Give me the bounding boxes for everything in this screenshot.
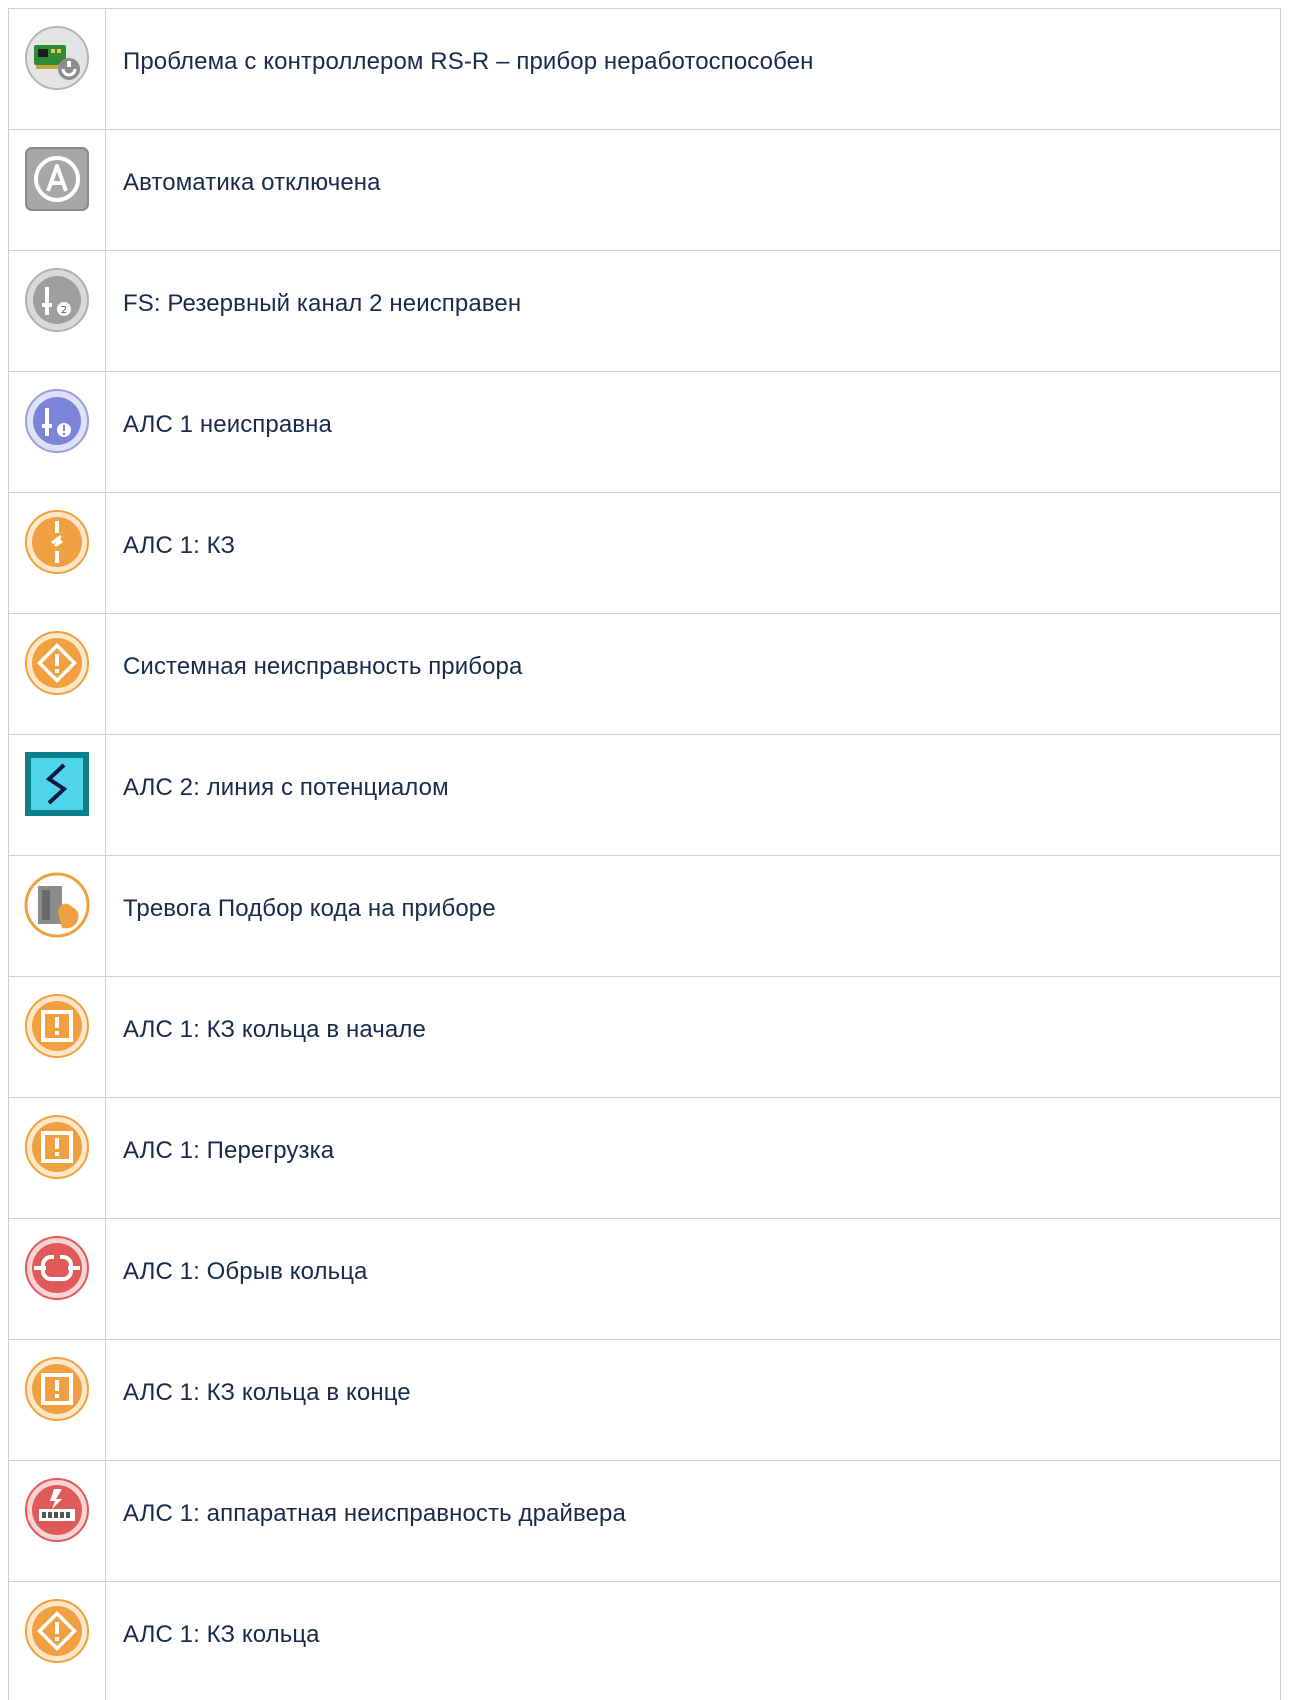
svg-text:2: 2: [61, 305, 67, 316]
event-label: АЛС 1 неисправна: [123, 411, 332, 438]
events-table: Проблема с контроллером RS-R – прибор не…: [8, 8, 1281, 1700]
table-row: АЛС 1: Обрыв кольца: [9, 1219, 1281, 1340]
table-row: АЛС 1 неисправна: [9, 372, 1281, 493]
table-row: АЛС 1: КЗ кольца в конце: [9, 1340, 1281, 1461]
event-label: Проблема с контроллером RS-R – прибор не…: [123, 48, 814, 75]
table-row: АЛС 2: линия с потенциалом: [9, 735, 1281, 856]
ring-break-icon: [25, 1236, 89, 1300]
short-circuit-icon: [25, 510, 89, 574]
event-label: Тревога Подбор кода на приборе: [123, 895, 496, 922]
reserve-channel-2-fault-icon: 2: [25, 268, 89, 332]
event-label: АЛС 1: Перегрузка: [123, 1137, 335, 1164]
code-guessing-alarm-icon: [24, 872, 90, 938]
event-label: FS: Резервный канал 2 неисправен: [123, 290, 522, 317]
table-row: Проблема с контроллером RS-R – прибор не…: [9, 9, 1281, 130]
event-label: АЛС 1: аппаратная неисправность драйвера: [123, 1500, 626, 1527]
table-row: АЛС 1: КЗ кольца в начале: [9, 977, 1281, 1098]
ring-short-end-icon: [25, 1357, 89, 1421]
event-label: АЛС 1: КЗ: [123, 532, 236, 559]
event-label: АЛС 1: Обрыв кольца: [123, 1258, 368, 1285]
line-potential-icon: [25, 752, 89, 816]
event-label: АЛС 1: КЗ кольца в начале: [123, 1016, 426, 1043]
table-row: АЛС 1: КЗ: [9, 493, 1281, 614]
overload-icon: [25, 1115, 89, 1179]
table-row: 2 FS: Резервный канал 2 неисправен: [9, 251, 1281, 372]
driver-hardware-fault-icon: [25, 1478, 89, 1542]
event-label: АЛС 2: линия с потенциалом: [123, 774, 449, 801]
event-label: Системная неисправность прибора: [123, 653, 523, 680]
table-row: АЛС 1: КЗ кольца: [9, 1582, 1281, 1700]
diamond-warning-icon: [25, 631, 89, 695]
automation-off-icon: [25, 147, 89, 211]
event-label: Автоматика отключена: [123, 169, 381, 196]
table-row: АЛС 1: аппаратная неисправность драйвера: [9, 1461, 1281, 1582]
table-row: Тревога Подбор кода на приборе: [9, 856, 1281, 977]
event-label: АЛС 1: КЗ кольца: [123, 1621, 320, 1648]
ring-short-start-icon: [25, 994, 89, 1058]
event-label: АЛС 1: КЗ кольца в конце: [123, 1379, 411, 1406]
controller-card-wrench-icon: [25, 26, 89, 90]
table-row: АЛС 1: Перегрузка: [9, 1098, 1281, 1219]
als-fault-icon: [25, 389, 89, 453]
table-row: Автоматика отключена: [9, 130, 1281, 251]
ring-short-icon: [25, 1599, 89, 1663]
table-row: Системная неисправность прибора: [9, 614, 1281, 735]
